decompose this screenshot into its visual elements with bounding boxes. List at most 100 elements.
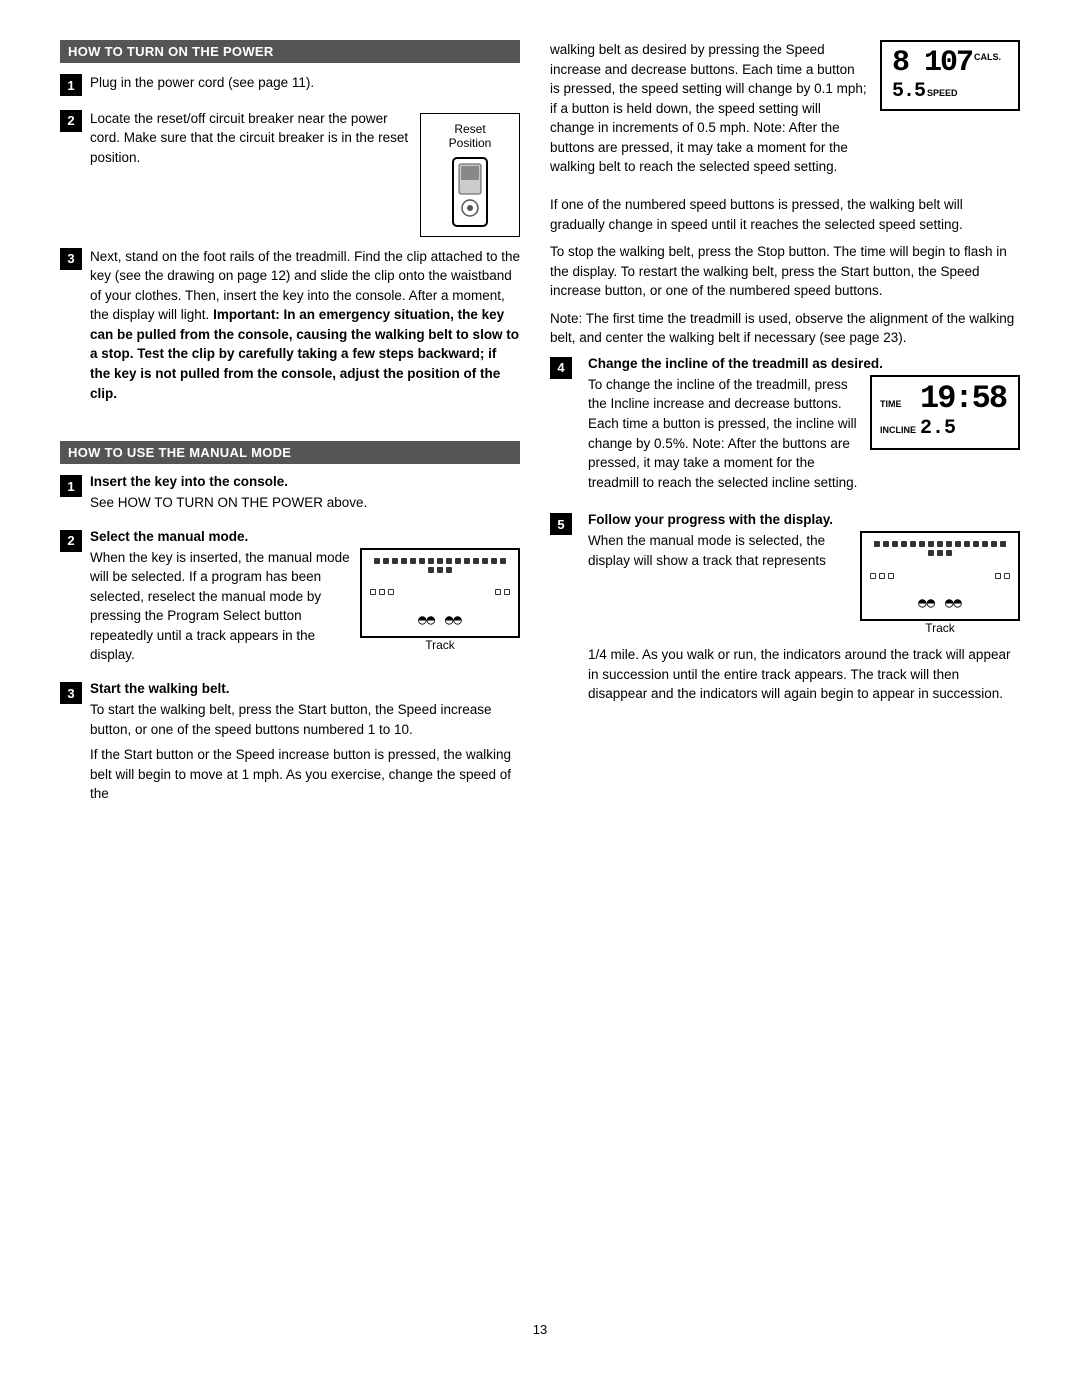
step1-power: 1 Plug in the power cord (see page 11). [60,73,520,99]
reset-label: ResetPosition [449,122,492,150]
track-dot [937,550,943,556]
track-dot [928,550,934,556]
track-display-right: ◓◓ ◓◓ [860,531,1020,621]
track-dot [428,558,434,564]
step4-layout: To change the incline of the treadmill, … [588,375,1020,492]
step4-content: Change the incline of the treadmill as d… [588,356,1020,502]
step2-content: Locate the reset/off circuit breaker nea… [90,109,520,237]
track-dot [946,541,952,547]
step2-power: 2 Locate the reset/off circuit breaker n… [60,109,520,237]
track-dot [473,558,479,564]
manual-step1-text: See HOW TO TURN ON THE POWER above. [90,493,520,513]
manual-step1: 1 Insert the key into the console. See H… [60,474,520,519]
track-dot [374,558,380,564]
track-dot [883,541,889,547]
manual-step3-label: Start the walking belt. [90,681,520,696]
lcd-speed-label: SPEED [927,88,958,98]
incline-time-num: 19:58 [920,383,1006,415]
track-dot [995,573,1001,579]
track-dot [964,541,970,547]
reset-position-box: ResetPosition [420,113,520,237]
track-dot [446,567,452,573]
track-dot [874,541,880,547]
track-dot [892,541,898,547]
step3-power: 3 Next, stand on the foot rails of the t… [60,247,520,410]
track-dot [437,567,443,573]
track-label-right: Track [925,621,955,635]
step4-text: To change the incline of the treadmill, … [588,375,860,492]
track-dot [888,573,894,579]
manual-step1-number: 1 [60,475,82,497]
step4-number: 4 [550,357,572,379]
track-dot [379,589,385,595]
manual-step2-text: When the key is inserted, the manual mod… [90,548,350,671]
runner-icon-r2: ◓◓ [945,595,962,611]
track-dot [1004,573,1010,579]
section1-header: HOW TO TURN ON THE POWER [60,40,520,63]
track-display-right-container: ◓◓ ◓◓ Track [860,531,1020,635]
track-dot [901,541,907,547]
manual-step2-layout: When the key is inserted, the manual mod… [90,548,520,671]
track-dot [401,558,407,564]
reset-switch-icon [445,156,495,228]
track-dot [928,541,934,547]
manual-step3-para1: To start the walking belt, press the Sta… [90,700,520,739]
lcd-cals-label: CALS. [974,52,1001,62]
track-dot [383,558,389,564]
track-dot [910,541,916,547]
lcd-top-row: 8 107 CALS. [892,48,1008,78]
track-dot [955,541,961,547]
incline-val-row: INCLINE 2.5 [880,417,1010,440]
step3-para1: Next, stand on the foot rails of the tre… [90,247,520,404]
step5-text: When the manual mode is selected, the di… [588,531,850,570]
manual-step2: 2 Select the manual mode. When the key i… [60,529,520,671]
manual-step3: 3 Start the walking belt. To start the w… [60,681,520,810]
step1-number: 1 [60,74,82,96]
step1-text: Plug in the power cord (see page 11). [90,73,520,93]
track-dot [428,567,434,573]
right-step4: 4 Change the incline of the treadmill as… [550,356,1020,502]
track-dot [392,558,398,564]
runner-icon: ◓◓ [418,612,435,628]
manual-step3-number: 3 [60,682,82,704]
runner-icon2: ◓◓ [445,612,462,628]
incline-label: INCLINE [880,425,916,435]
track-dots-top-right [870,541,1010,556]
manual-step3-para2: If the Start button or the Speed increas… [90,745,520,804]
manual-step2-para: When the key is inserted, the manual mod… [90,548,350,665]
track-dot [495,589,501,595]
right-step5: 5 Follow your progress with the display.… [550,512,1020,712]
track-dots-mid-right [870,573,1010,579]
time-label: TIME [880,399,916,409]
track-dot [464,558,470,564]
track-runner-row: ◓◓ ◓◓ [370,612,510,628]
step2-para: Locate the reset/off circuit breaker nea… [90,109,410,168]
incline-val-num: 2.5 [920,417,956,440]
track-dot [946,550,952,556]
page: HOW TO TURN ON THE POWER 1 Plug in the p… [0,0,1080,1397]
left-column: HOW TO TURN ON THE POWER 1 Plug in the p… [60,40,520,1302]
track-display-left: ◓◓ ◓◓ [360,548,520,638]
step1-content: Plug in the power cord (see page 11). [90,73,520,99]
step5-label: Follow your progress with the display. [588,512,1020,527]
manual-section: HOW TO USE THE MANUAL MODE 1 Insert the … [60,441,520,810]
runner-icon-r: ◓◓ [918,595,935,611]
lcd-bottom-row: 5.5 SPEED [892,80,1008,103]
step3-content: Next, stand on the foot rails of the tre… [90,247,520,410]
intro-para: walking belt as desired by pressing the … [550,40,868,177]
track-dot [482,558,488,564]
incline-time-row: TIME 19:58 [880,383,1010,415]
step5-number: 5 [550,513,572,535]
page-number: 13 [60,1322,1020,1337]
track-dot [388,589,394,595]
step2-with-image: Locate the reset/off circuit breaker nea… [90,109,520,237]
track-dot [455,558,461,564]
track-dot [370,589,376,595]
right-para4: Note: The first time the treadmill is us… [550,309,1020,348]
track-dot [1000,541,1006,547]
manual-step2-number: 2 [60,530,82,552]
track-dot [504,589,510,595]
track-dots-mid [370,589,510,595]
track-dot [437,558,443,564]
track-dots-top [370,558,510,573]
